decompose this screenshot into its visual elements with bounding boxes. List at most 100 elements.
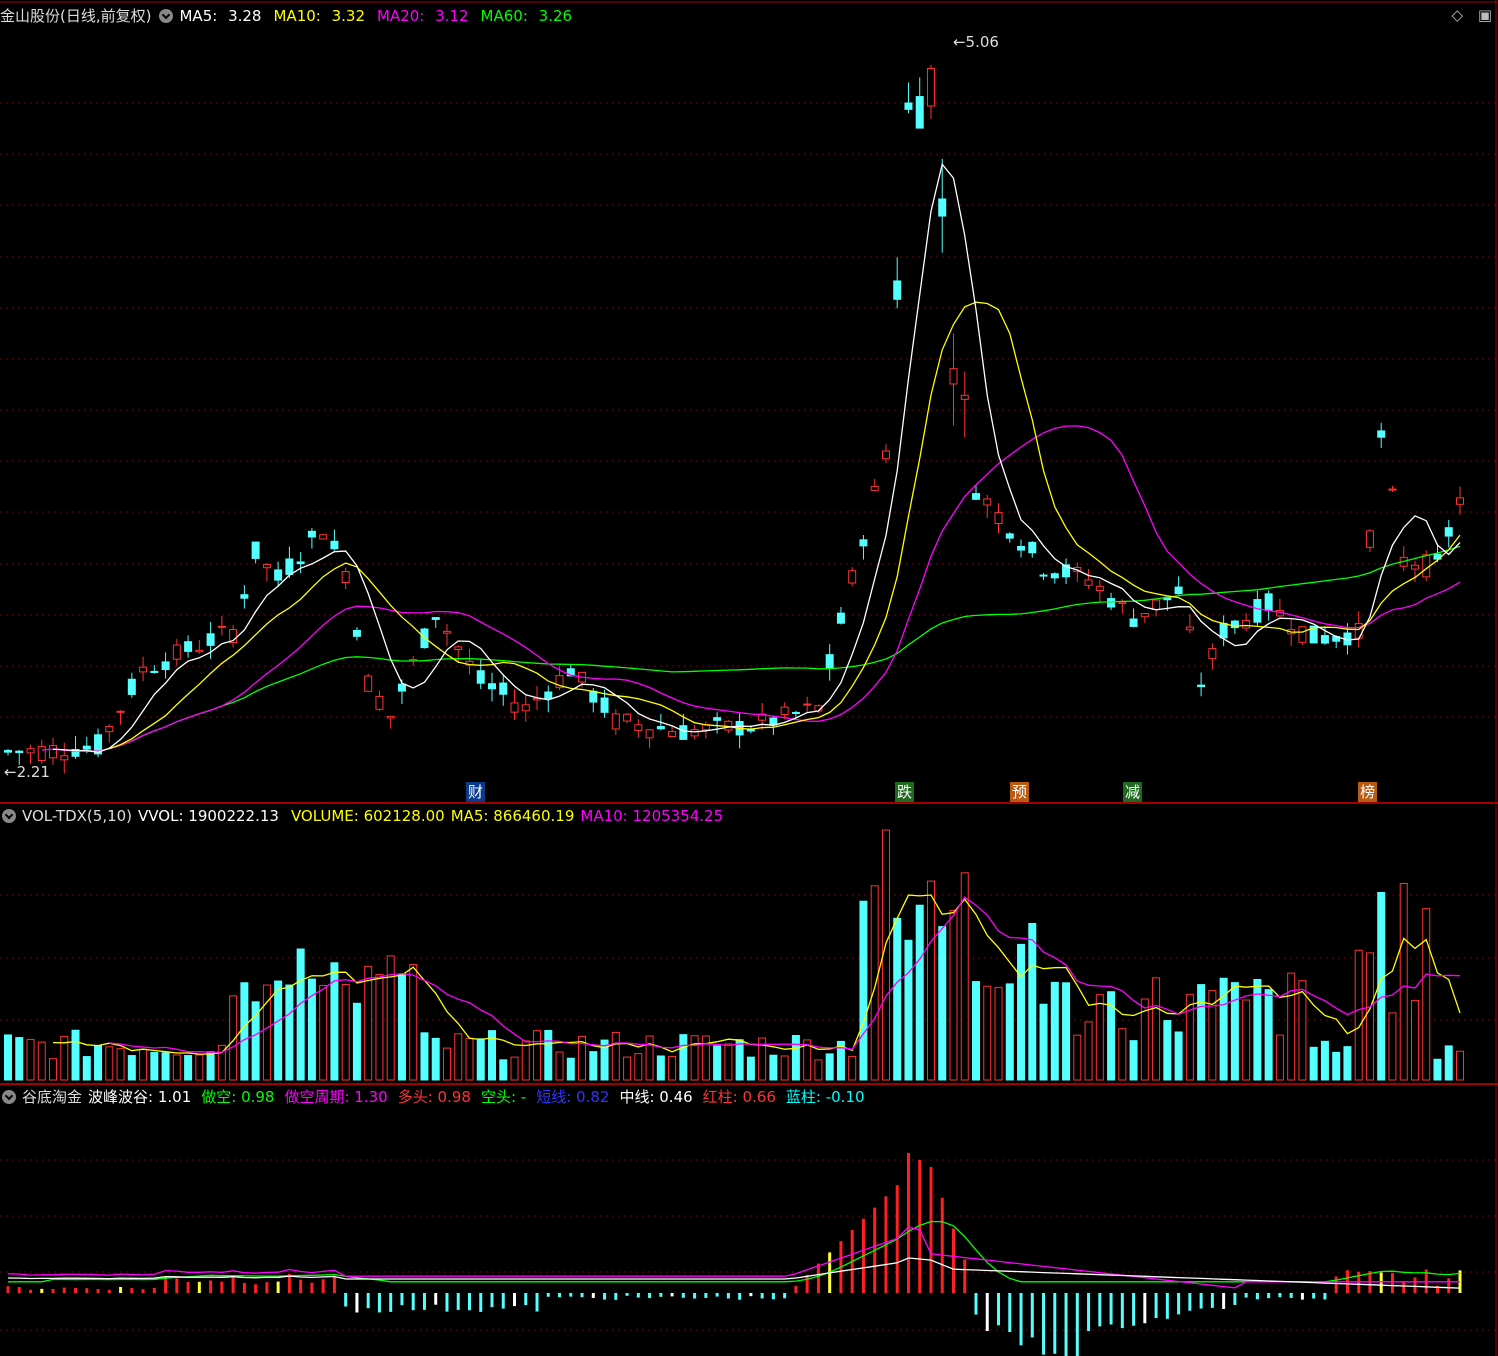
dropdown-icon[interactable] [2, 1090, 16, 1104]
candle-body [623, 713, 632, 722]
indicator-green-line [8, 1220, 1461, 1283]
volume-bar [26, 1038, 35, 1081]
volume-bar [1399, 882, 1408, 1081]
candle-body [251, 541, 260, 559]
volume-bar [1242, 999, 1251, 1081]
indicator-item: 中线: 0.46 [619, 1088, 693, 1106]
candle-body [488, 683, 496, 690]
candle-body [116, 710, 125, 713]
ma5-line [52, 162, 1461, 753]
candle-body [972, 493, 980, 500]
ma60-value: 3.26 [538, 7, 573, 25]
candle-body [319, 534, 328, 540]
volume-bar [319, 985, 328, 1081]
event-marker[interactable]: 跌 [895, 782, 915, 802]
candle-body [1028, 541, 1037, 554]
candle-body [285, 558, 294, 575]
candle-body [15, 750, 24, 754]
candle-body [803, 703, 812, 706]
volume-bar [442, 1047, 451, 1081]
ma20-line [41, 425, 1461, 752]
ma60-label: MA60: [480, 7, 528, 25]
stock-title: 金山股份(日线,前复权) [0, 7, 152, 25]
volume-bar [926, 880, 935, 1081]
candle-body [1140, 613, 1149, 618]
candle-body [296, 561, 305, 565]
volume-panel-header: VOL-TDX(5,10) VVOL: 1900222.13 VOLUME: 602… [0, 805, 729, 827]
volume-bar [566, 1057, 575, 1081]
high-price-label: ←5.06 [953, 33, 999, 51]
candle-body [1365, 530, 1374, 548]
event-marker[interactable]: 预 [1010, 782, 1030, 802]
candle-body [769, 717, 778, 726]
volume-bar [1275, 1034, 1284, 1081]
vol-title: VOL-TDX(5,10) [22, 807, 133, 825]
volume-bar [533, 1030, 542, 1081]
volume-bar [274, 980, 283, 1081]
volume-bar [420, 1032, 429, 1081]
candle-body [634, 724, 643, 732]
indicator-item: 短线: 0.82 [536, 1088, 610, 1106]
ma10-value: 3.32 [331, 7, 366, 25]
indicator-item: 空头: - [480, 1088, 527, 1106]
candle-body [60, 755, 69, 761]
volume-bar [15, 1037, 24, 1081]
volume-bar [746, 1056, 755, 1081]
candle-body [510, 702, 519, 713]
volume-bar [645, 1035, 654, 1081]
ma10-label: MA10: [273, 7, 321, 25]
volume-bar [1309, 1046, 1318, 1081]
candle-body [848, 570, 857, 584]
candle-body [386, 715, 395, 719]
ma60-line [75, 545, 1461, 752]
volume-bar [623, 1056, 632, 1081]
candle-body [352, 629, 361, 637]
candle-body [1118, 601, 1127, 604]
candle-body [1107, 598, 1116, 608]
volume-bar [1444, 1045, 1453, 1081]
candle-body [397, 683, 406, 692]
event-marker[interactable]: 财 [466, 782, 486, 802]
candle-body [994, 512, 1003, 525]
candle-body [926, 67, 935, 107]
dropdown-icon[interactable] [2, 809, 16, 823]
indicator-item: 波峰波谷: 1.01 [88, 1088, 192, 1106]
volume-bar [1388, 1012, 1397, 1081]
volume-bar [1422, 908, 1431, 1081]
diamond-icon[interactable]: ◇ [1451, 6, 1463, 24]
volume-bar [555, 1051, 564, 1081]
candle-body [217, 625, 226, 628]
candle-body [544, 691, 553, 699]
ma20-value: 3.12 [435, 7, 469, 25]
event-marker[interactable]: 减 [1123, 782, 1143, 802]
volume-bar [983, 985, 992, 1081]
volume-bar [454, 1033, 463, 1081]
volume-bar [1017, 943, 1026, 1081]
volume-value: VOLUME: 602128.00 [290, 807, 445, 825]
candle-body [1388, 488, 1397, 491]
volume-bar [701, 1035, 710, 1081]
candle-body [139, 666, 148, 673]
volume-bar [206, 1051, 215, 1081]
volume-bar [139, 1048, 148, 1081]
ma10-line [109, 301, 1461, 750]
volume-bar [431, 1037, 440, 1081]
candle-body [1410, 564, 1419, 570]
candle-body [274, 569, 283, 581]
candle-body [1253, 599, 1262, 623]
candle-body [1152, 599, 1161, 610]
volume-bar [1320, 1040, 1329, 1081]
vvol-value: VVOL: 1900222.13 [138, 807, 279, 825]
volume-bar [1062, 982, 1071, 1081]
candle-body [780, 706, 789, 715]
candle-body [713, 717, 722, 721]
candle-body [1444, 527, 1453, 537]
dropdown-icon[interactable] [159, 9, 174, 23]
volume-bar [1230, 982, 1239, 1081]
candle-body [442, 630, 451, 634]
restore-icon[interactable]: ▣ [1478, 6, 1492, 24]
candle-body [938, 198, 947, 217]
volume-bar [1005, 983, 1014, 1081]
event-marker[interactable]: 榜 [1358, 782, 1378, 802]
candle-body [791, 711, 800, 714]
